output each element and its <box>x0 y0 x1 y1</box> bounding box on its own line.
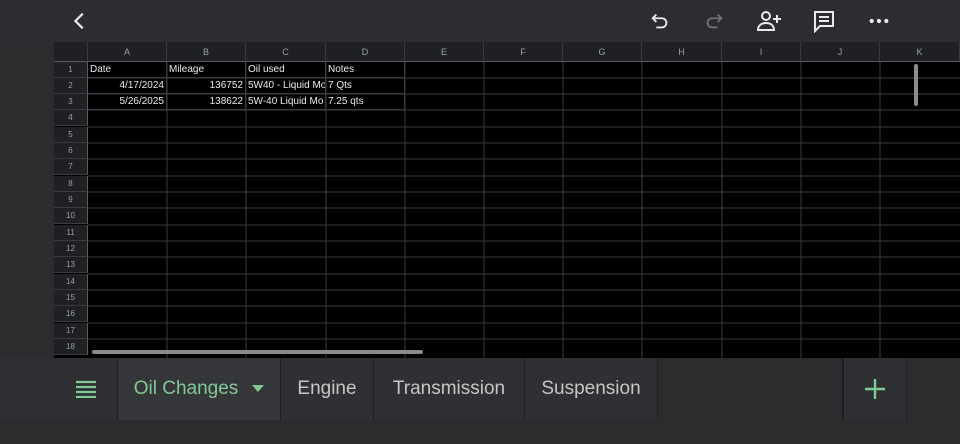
row-header-3[interactable]: 3 <box>54 94 88 110</box>
column-header-h[interactable]: H <box>642 42 722 62</box>
row-header-14[interactable]: 14 <box>54 274 88 290</box>
vertical-scrollbar[interactable] <box>914 64 918 106</box>
tab-transmission[interactable]: Transmission <box>374 358 525 420</box>
more-options-button[interactable] <box>863 5 895 37</box>
column-header-g[interactable]: G <box>563 42 642 62</box>
column-header-b[interactable]: B <box>167 42 246 62</box>
column-header-c[interactable]: C <box>246 42 326 62</box>
column-header-k[interactable]: K <box>880 42 960 62</box>
row-header-17[interactable]: 17 <box>54 323 88 339</box>
tab-bar-right-pad <box>907 358 960 420</box>
caret-down-icon[interactable] <box>252 385 265 393</box>
row-header-4[interactable]: 4 <box>54 110 88 126</box>
column-header-d[interactable]: D <box>326 42 405 62</box>
spreadsheet-grid[interactable]: A B C D E F G H I J K 1 2 3 4 5 6 7 8 9 … <box>0 42 960 358</box>
all-sheets-button[interactable] <box>54 358 118 420</box>
share-button[interactable] <box>754 5 786 37</box>
top-toolbar <box>0 0 960 42</box>
tab-bar-left-pad <box>0 358 54 420</box>
comment-button[interactable] <box>808 5 840 37</box>
row-header-8[interactable]: 8 <box>54 176 88 192</box>
left-margin <box>0 42 54 358</box>
select-all-corner[interactable] <box>54 42 88 62</box>
sheet-tab-bar: Oil Changes Engine Transmission Suspensi… <box>0 358 960 420</box>
row-header-1[interactable]: 1 <box>54 62 88 78</box>
add-sheet-button[interactable] <box>843 358 907 420</box>
column-header-a[interactable]: A <box>88 42 167 62</box>
undo-button[interactable] <box>644 5 676 37</box>
row-header-9[interactable]: 9 <box>54 192 88 208</box>
more-horiz-icon <box>869 18 889 24</box>
chevron-left-icon <box>73 12 84 30</box>
horizontal-scrollbar[interactable] <box>92 350 423 354</box>
tab-engine-label: Engine <box>297 378 357 399</box>
row-header-12[interactable]: 12 <box>54 241 88 257</box>
tab-suspension-label: Suspension <box>541 378 641 399</box>
row-header-2[interactable]: 2 <box>54 78 88 94</box>
column-header-j[interactable]: J <box>801 42 880 62</box>
row-header-11[interactable]: 11 <box>54 225 88 241</box>
redo-button[interactable] <box>698 5 730 37</box>
tab-bar-spacer <box>658 358 843 420</box>
row-header-15[interactable]: 15 <box>54 290 88 306</box>
row-header-6[interactable]: 6 <box>54 143 88 159</box>
tab-suspension[interactable]: Suspension <box>525 358 658 420</box>
grid-lines <box>88 62 960 358</box>
row-header-10[interactable]: 10 <box>54 208 88 224</box>
column-header-f[interactable]: F <box>484 42 563 62</box>
row-header-5[interactable]: 5 <box>54 127 88 143</box>
redo-icon <box>706 13 723 29</box>
row-header-13[interactable]: 13 <box>54 257 88 273</box>
bottom-system-bar <box>0 420 960 444</box>
tab-oil-changes[interactable]: Oil Changes <box>118 358 281 420</box>
add-person-icon <box>757 11 781 31</box>
row-header-18[interactable]: 18 <box>54 339 88 355</box>
comment-icon <box>814 11 834 33</box>
tab-engine[interactable]: Engine <box>281 358 374 420</box>
sheets-list-icon <box>75 380 96 398</box>
tab-oil-changes-label: Oil Changes <box>133 378 239 399</box>
row-header-16[interactable]: 16 <box>54 306 88 322</box>
plus-icon <box>865 379 885 399</box>
column-header-e[interactable]: E <box>405 42 484 62</box>
tab-transmission-label: Transmission <box>392 378 506 399</box>
row-header-7[interactable]: 7 <box>54 159 88 175</box>
undo-icon <box>651 13 668 29</box>
back-button[interactable] <box>64 5 96 37</box>
column-header-i[interactable]: I <box>722 42 801 62</box>
